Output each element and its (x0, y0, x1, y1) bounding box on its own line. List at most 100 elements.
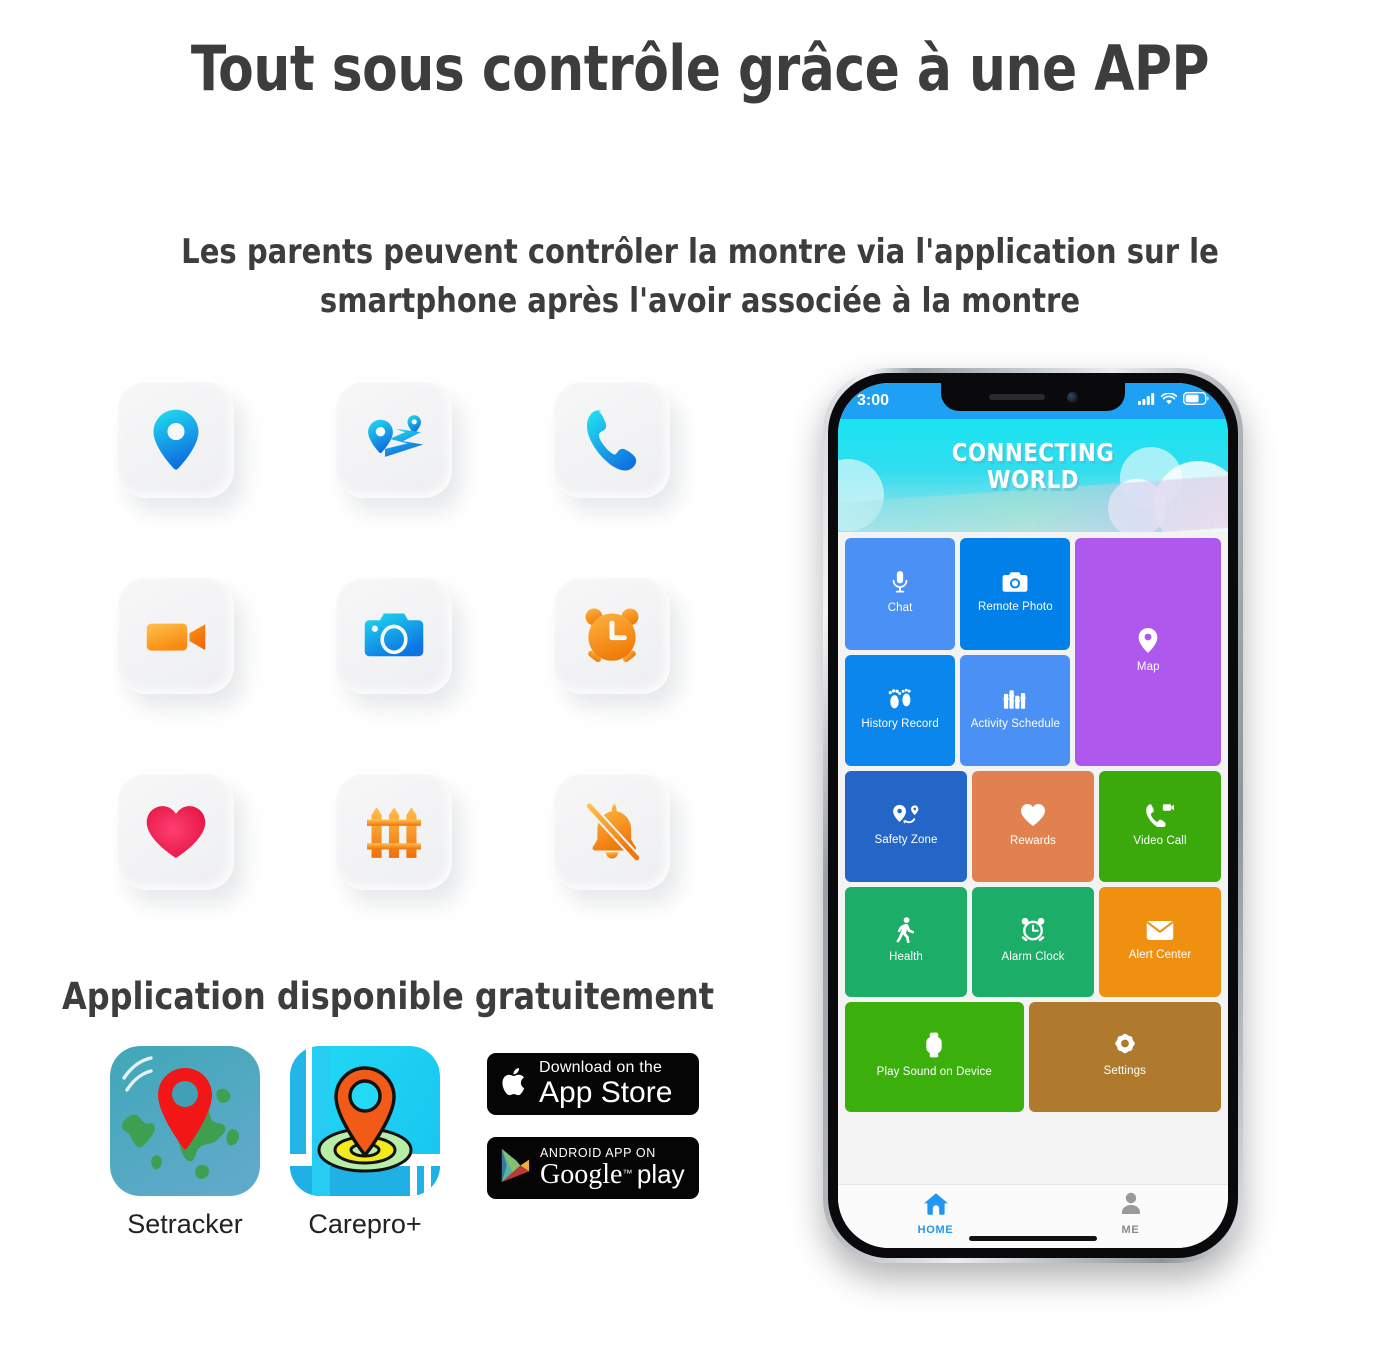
tile-label: Alert Center (1128, 948, 1192, 961)
feature-tile-route (336, 382, 452, 498)
bottom-tab-bar: HOME ME (838, 1184, 1228, 1248)
bell-off-icon (576, 796, 648, 868)
tile-safety-zone[interactable]: Safety Zone (845, 771, 967, 882)
tile-chat[interactable]: Chat (845, 538, 956, 650)
tile-label: Health (889, 951, 923, 964)
tile-alert-center[interactable]: Alert Center (1099, 886, 1221, 997)
tile-label: Remote Photo (977, 601, 1053, 614)
tile-health[interactable]: Health (845, 886, 967, 997)
phone-bezel: 3:00 CONNECTING WORLD Chat Remote Photo … (828, 373, 1238, 1258)
feature-tile-alarm (554, 578, 670, 694)
phone-screen: 3:00 CONNECTING WORLD Chat Remote Photo … (838, 383, 1228, 1248)
tile-video-call[interactable]: Video Call (1099, 771, 1221, 882)
status-bar-time: 3:00 (857, 392, 890, 409)
phone-mockup: 3:00 CONNECTING WORLD Chat Remote Photo … (823, 368, 1243, 1263)
heart-icon (140, 796, 212, 868)
apple-logo-icon (501, 1066, 529, 1103)
tile-label: History Record (861, 717, 939, 730)
phone-notch (941, 383, 1125, 411)
camera-icon (358, 600, 430, 672)
walking-person-icon (896, 917, 916, 944)
alarm-clock-icon (576, 600, 648, 672)
setracker-app-label: Setracker (127, 1209, 243, 1239)
camera-icon (1002, 571, 1028, 593)
geofence-pin-icon (892, 804, 920, 826)
earpiece-speaker (988, 394, 1045, 400)
app-banner: CONNECTING WORLD (838, 419, 1228, 532)
tile-remote-photo[interactable]: Remote Photo (960, 538, 1071, 650)
tile-label: Video Call (1133, 834, 1187, 847)
app-store-badge[interactable]: Download on the App Store (487, 1053, 699, 1115)
page-subtitle: Les parents peuvent contrôler la montre … (181, 232, 1219, 322)
tab-label: ME (1121, 1224, 1140, 1236)
store-badges: Download on the App Store ANDROID APP ON (487, 1053, 699, 1199)
tile-label: Map (1136, 661, 1160, 674)
google-play-badge[interactable]: ANDROID APP ON Google™ play (487, 1137, 699, 1199)
route-map-icon (358, 404, 430, 476)
map-pin-icon (1137, 627, 1159, 654)
footprints-icon (887, 688, 913, 710)
tile-label: Chat (887, 602, 913, 615)
person-icon (1120, 1192, 1142, 1220)
tab-label: HOME (917, 1224, 954, 1236)
tile-label: Settings (1103, 1065, 1146, 1078)
fence-icon (358, 796, 430, 868)
app-grid-section-bottom: Play Sound on Device Settings (845, 1002, 1221, 1112)
tile-settings[interactable]: Settings (1028, 1002, 1221, 1112)
envelope-icon (1146, 920, 1174, 941)
carepro-app-icon[interactable] (290, 1046, 440, 1196)
app-grid-section-middle: Safety Zone Rewards Video Call Health Al… (845, 771, 1221, 997)
tile-label: Activity Schedule (970, 717, 1060, 730)
poster-root: Tout sous contrôle grâce à une APP Les p… (0, 0, 1400, 1350)
app-store-badge-top: Download on the (539, 1059, 663, 1076)
smartwatch-icon (924, 1032, 944, 1058)
tile-history-record[interactable]: History Record (845, 654, 956, 766)
home-indicator (969, 1236, 1097, 1241)
page-title: Tout sous contrôle grâce à une APP (190, 32, 1210, 105)
alarm-clock-icon (1020, 917, 1046, 943)
banner-title-line2: WORLD (987, 465, 1079, 494)
tile-label: Play Sound on Device (876, 1066, 992, 1079)
location-pin-icon (140, 404, 212, 476)
heart-icon (1020, 803, 1046, 827)
feature-tile-heart (118, 774, 234, 890)
banner-title: CONNECTING WORLD (848, 439, 1219, 493)
microphone-icon (889, 570, 911, 594)
video-camera-icon (140, 600, 212, 672)
gear-icon (1113, 1033, 1137, 1057)
feature-tile-camera (336, 578, 452, 694)
tile-activity-schedule[interactable]: Activity Schedule (960, 654, 1071, 766)
availability-title: Application disponible gratuitement (62, 975, 715, 1018)
setracker-app-icon[interactable] (110, 1046, 260, 1196)
activity-books-icon (1003, 688, 1027, 710)
app-store-badge-main: App Store (539, 1076, 673, 1109)
tab-me[interactable]: ME (1033, 1192, 1228, 1236)
tile-alarm-clock[interactable]: Alarm Clock (972, 886, 1094, 997)
tile-label: Safety Zone (874, 833, 938, 846)
cellular-signal-icon (1138, 392, 1155, 410)
tile-label: Alarm Clock (1001, 951, 1065, 964)
home-icon (923, 1192, 949, 1220)
tile-play-sound-on-device[interactable]: Play Sound on Device (845, 1002, 1024, 1112)
tab-home[interactable]: HOME (838, 1192, 1033, 1236)
carepro-app-label: Carepro+ (308, 1209, 422, 1239)
feature-icon-grid (118, 382, 684, 904)
google-play-badge-main-a: Google (540, 1158, 623, 1190)
wifi-icon (1160, 392, 1178, 410)
app-tile-grid: Chat Remote Photo Map History Record Act… (838, 532, 1228, 1184)
video-call-icon (1146, 803, 1174, 827)
tile-label: Rewards (1009, 834, 1057, 847)
feature-tile-fence (336, 774, 452, 890)
google-play-badge-main-b: play (636, 1158, 685, 1189)
battery-icon (1182, 391, 1209, 410)
google-play-icon (499, 1147, 532, 1189)
google-play-badge-top: ANDROID APP ON (540, 1146, 656, 1161)
front-camera-icon (1066, 391, 1078, 403)
tile-rewards[interactable]: Rewards (972, 771, 1094, 882)
carepro-app[interactable]: Carepro+ (290, 1046, 440, 1239)
feature-tile-phone (554, 382, 670, 498)
phone-call-icon (576, 404, 648, 476)
tile-map[interactable]: Map (1075, 538, 1221, 766)
feature-tile-location (118, 382, 234, 498)
setracker-app[interactable]: Setracker (110, 1046, 260, 1239)
